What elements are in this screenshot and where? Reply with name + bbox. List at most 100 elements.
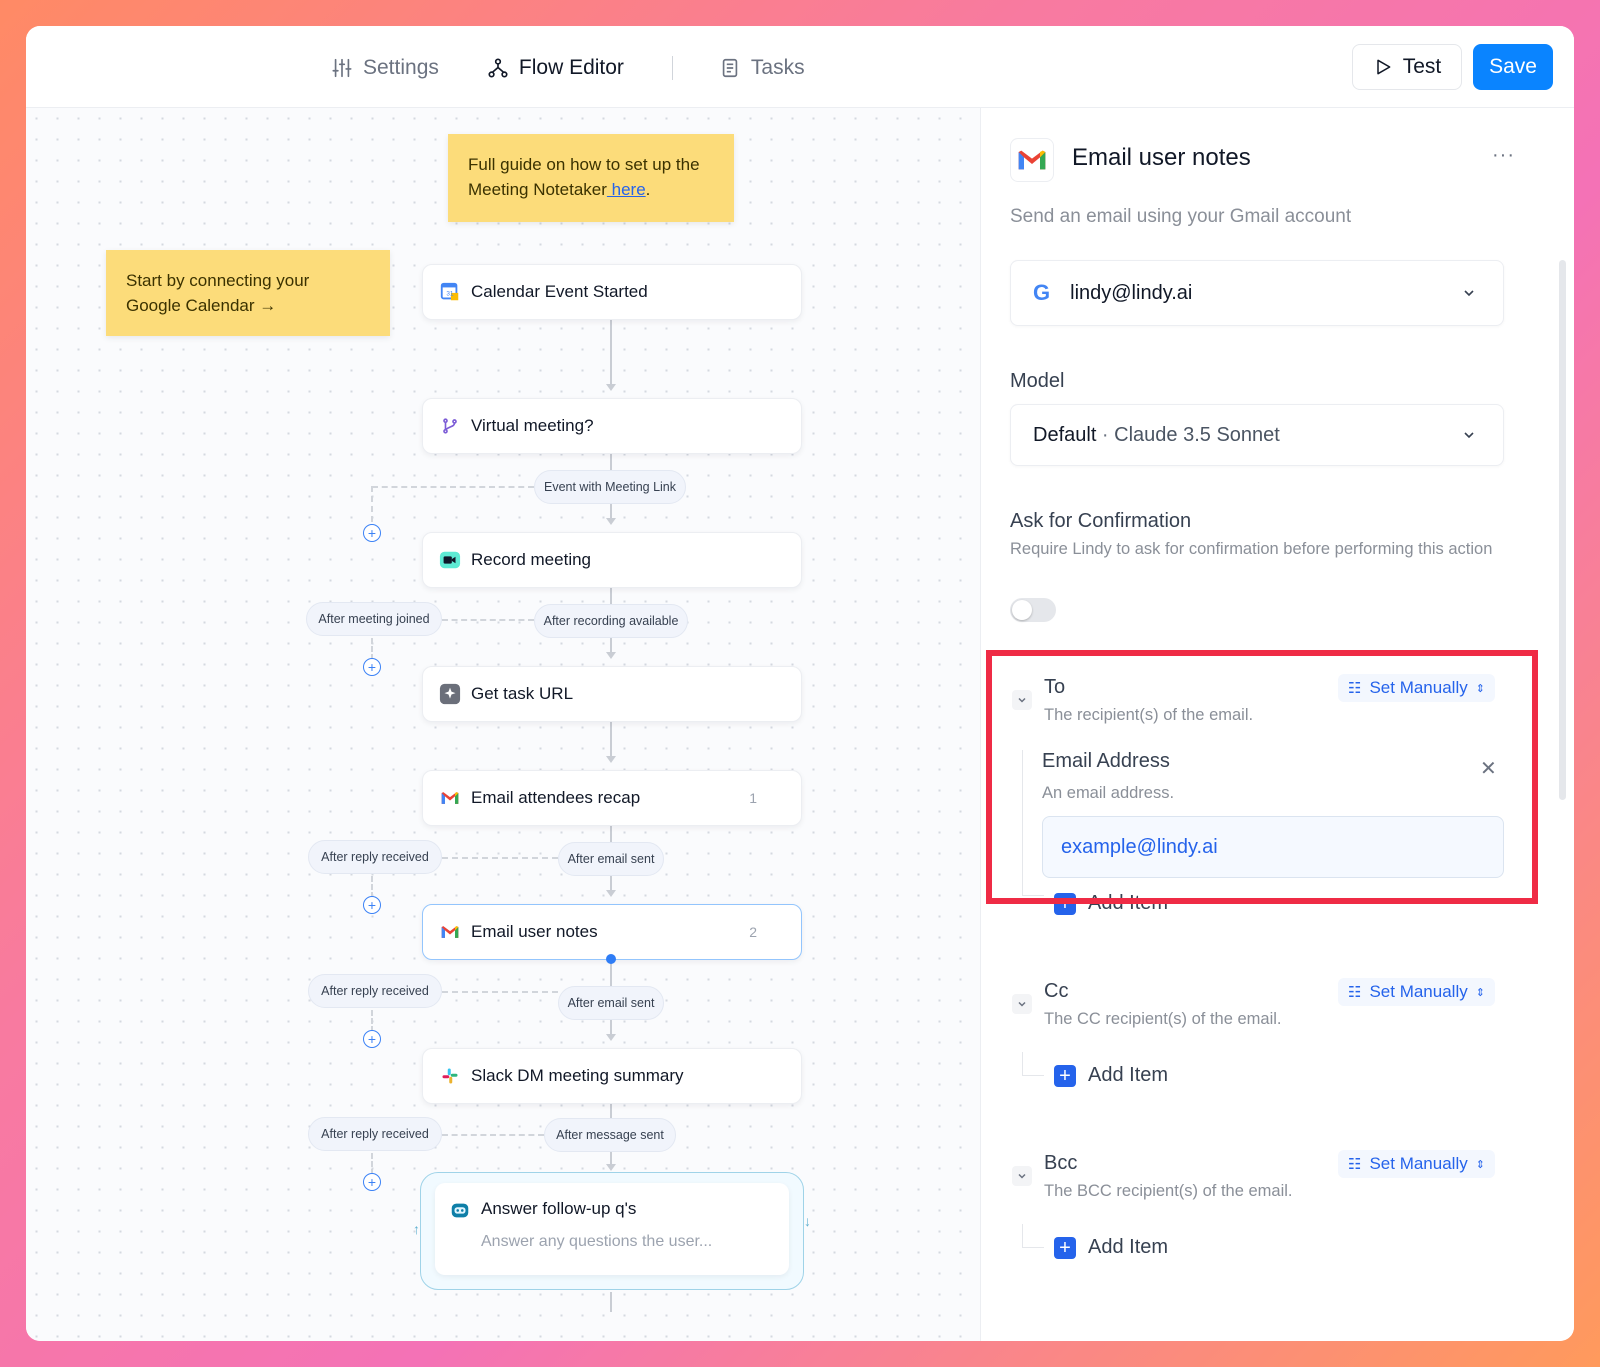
test-button[interactable]: Test	[1352, 44, 1462, 90]
sticky-guide-text: Full guide on how to set up the Meeting …	[468, 155, 700, 199]
add-step-plus-icon[interactable]: +	[363, 524, 381, 542]
node-count: 2	[749, 924, 757, 940]
node-label: Get task URL	[471, 684, 574, 703]
more-options-icon[interactable]: ···	[1492, 144, 1515, 167]
email-address-label: Email Address	[1042, 750, 1170, 772]
email-address-description: An email address.	[1042, 784, 1175, 802]
loop-container[interactable]: Answer follow-up q's Answer any question…	[413, 1172, 811, 1290]
save-button[interactable]: Save	[1473, 44, 1553, 90]
model-select[interactable]: Default · Claude 3.5 Sonnet	[1010, 404, 1504, 466]
plus-icon: +	[1054, 1236, 1076, 1259]
top-bar: Settings Flow Editor Tasks Test Save	[26, 26, 1574, 108]
node-calendar-event-started[interactable]: 31 Calendar Event Started	[422, 264, 802, 320]
model-label: Model	[1010, 370, 1065, 392]
list-icon: ☷	[1348, 984, 1362, 1001]
cc-description: The CC recipient(s) of the email.	[1044, 1010, 1282, 1028]
condition-pill[interactable]: After reply received	[308, 1117, 442, 1151]
connector-arrow	[606, 384, 616, 391]
bcc-set-manually-select[interactable]: ☷ Set Manually ⇕	[1338, 1150, 1495, 1178]
node-label: Record meeting	[471, 550, 592, 569]
to-set-manually-select[interactable]: ☷ Set Manually ⇕	[1338, 674, 1495, 702]
tab-tasks[interactable]: Tasks	[719, 56, 805, 80]
confirmation-description: Require Lindy to ask for confirmation be…	[1010, 540, 1493, 558]
add-step-plus-icon[interactable]: +	[363, 1173, 381, 1191]
node-get-task-url[interactable]: Get task URL	[422, 666, 802, 722]
remove-item-close-icon[interactable]: ✕	[1480, 756, 1497, 781]
model-default: Default	[1033, 423, 1097, 446]
branch-dash	[371, 638, 373, 660]
document-icon	[722, 58, 738, 78]
node-label: Virtual meeting?	[471, 416, 594, 435]
panel-title: Email user notes	[1072, 144, 1251, 171]
condition-pill[interactable]: After reply received	[308, 974, 442, 1008]
branch-dash	[371, 876, 373, 898]
add-step-plus-icon[interactable]: +	[363, 1030, 381, 1048]
cc-set-manually-select[interactable]: ☷ Set Manually ⇕	[1338, 978, 1495, 1006]
add-step-plus-icon[interactable]: +	[363, 658, 381, 676]
bcc-description: The BCC recipient(s) of the email.	[1044, 1182, 1293, 1200]
set-manually-label: Set Manually	[1369, 678, 1468, 697]
condition-pill[interactable]: After email sent	[558, 986, 664, 1020]
google-icon: G	[1033, 280, 1051, 305]
condition-pill[interactable]: Event with Meeting Link	[534, 470, 686, 504]
loop-node-subtitle: Answer any questions the user...	[481, 1233, 713, 1250]
tree-connector	[1022, 1224, 1044, 1248]
node-email-user-notes[interactable]: Email user notes 2	[422, 904, 802, 960]
node-label: Slack DM meeting summary	[471, 1066, 684, 1085]
node-record-meeting[interactable]: Record meeting	[422, 532, 802, 588]
guide-link[interactable]: here	[607, 180, 646, 199]
node-virtual-meeting[interactable]: Virtual meeting?	[422, 398, 802, 454]
test-button-label: Test	[1402, 55, 1442, 78]
sticky-start-line1: Start by connecting your	[126, 271, 310, 290]
tab-tasks-label: Tasks	[750, 56, 805, 79]
to-add-item-button[interactable]: + Add Item	[1054, 892, 1168, 915]
email-address-input[interactable]: example@lindy.ai	[1042, 816, 1504, 878]
action-config-panel: Email user notes ··· Send an email using…	[982, 108, 1574, 1341]
sticky-note-start[interactable]: Start by connecting your Google Calendar…	[106, 250, 390, 336]
gmail-icon	[439, 787, 461, 809]
loop-arrow-up-icon: ↑	[413, 1221, 420, 1237]
condition-pill[interactable]: After email sent	[558, 842, 664, 876]
connector-line	[610, 1102, 612, 1118]
add-step-plus-icon[interactable]: +	[363, 896, 381, 914]
updown-chevron-icon: ⇕	[1475, 1158, 1485, 1171]
tab-flow-editor[interactable]: Flow Editor	[487, 56, 624, 80]
connector-arrow	[606, 890, 616, 897]
bcc-collapse-chevron-icon[interactable]	[1012, 1166, 1032, 1186]
sticky-note-guide[interactable]: Full guide on how to set up the Meeting …	[448, 134, 734, 222]
connection-handle[interactable]	[606, 954, 616, 964]
flow-canvas[interactable]: Full guide on how to set up the Meeting …	[26, 108, 981, 1341]
cc-collapse-chevron-icon[interactable]	[1012, 994, 1032, 1014]
add-item-label: Add Item	[1088, 1236, 1169, 1258]
list-icon: ☷	[1348, 1156, 1362, 1173]
condition-pill[interactable]: After recording available	[534, 604, 688, 638]
branch-dash	[442, 1134, 544, 1136]
branch-dash	[442, 619, 534, 621]
node-email-attendees-recap[interactable]: Email attendees recap 1	[422, 770, 802, 826]
node-answer-follow-up[interactable]: Answer follow-up q's Answer any question…	[435, 1183, 789, 1275]
connector-line	[610, 320, 612, 388]
bcc-add-item-button[interactable]: + Add Item	[1054, 1236, 1168, 1259]
chevron-down-icon	[1464, 432, 1474, 439]
condition-pill[interactable]: After meeting joined	[306, 602, 442, 636]
branch-dash	[372, 486, 534, 488]
cc-add-item-button[interactable]: + Add Item	[1054, 1064, 1168, 1087]
panel-description: Send an email using your Gmail account	[1010, 206, 1352, 227]
play-icon	[1376, 59, 1391, 75]
panel-scrollbar[interactable]	[1559, 260, 1566, 800]
node-label: Calendar Event Started	[471, 282, 648, 301]
connector-line	[610, 588, 612, 604]
cc-title: Cc	[1044, 980, 1069, 1002]
svg-text:31: 31	[446, 291, 454, 298]
branch-dash	[371, 486, 373, 522]
nav-divider	[671, 56, 673, 80]
condition-pill[interactable]: After reply received	[308, 840, 442, 874]
branch-icon	[439, 415, 461, 437]
to-collapse-chevron-icon[interactable]	[1012, 690, 1032, 710]
account-select[interactable]: G lindy@lindy.ai	[1010, 260, 1504, 326]
tab-settings[interactable]: Settings	[331, 56, 439, 80]
condition-pill[interactable]: After message sent	[544, 1118, 676, 1152]
updown-chevron-icon: ⇕	[1475, 986, 1485, 999]
confirmation-toggle[interactable]	[1010, 598, 1056, 622]
node-slack-dm-meeting-summary[interactable]: Slack DM meeting summary	[422, 1048, 802, 1104]
